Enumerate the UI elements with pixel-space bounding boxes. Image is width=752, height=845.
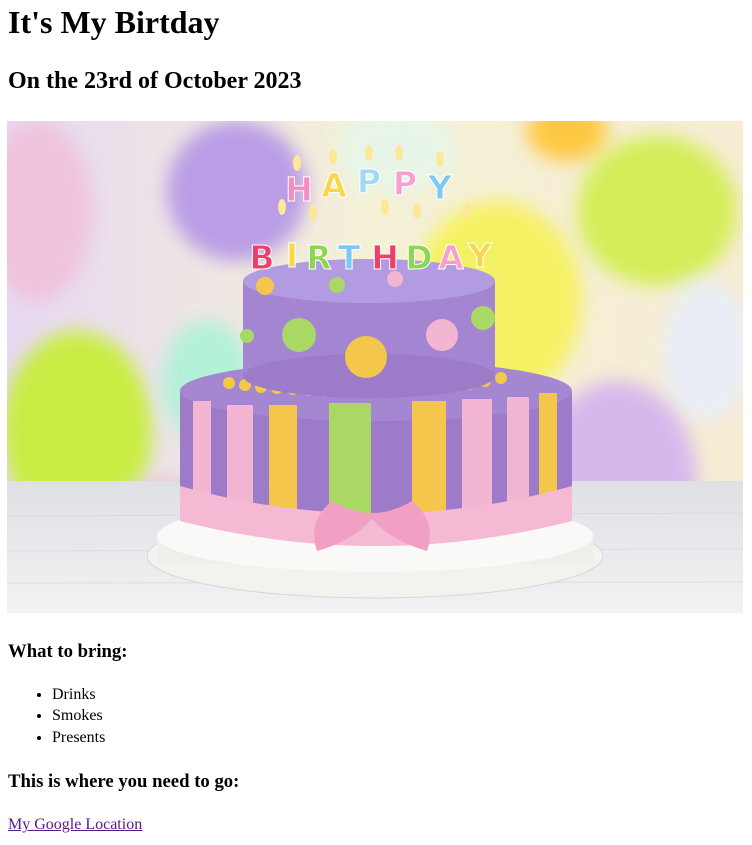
candle-letter: Y (427, 168, 453, 207)
list-item: Smokes (52, 705, 105, 726)
bring-list: Drinks Smokes Presents (0, 684, 105, 748)
candle-letter: P (357, 162, 381, 201)
what-to-bring-heading: What to bring: (8, 641, 128, 662)
candle-letter: I (286, 236, 298, 275)
page-title: It's My Birtday (8, 4, 220, 40)
candle-letter: B (249, 238, 274, 277)
candle-letter: H (285, 170, 313, 209)
list-item: Presents (52, 727, 105, 748)
list-item: Drinks (52, 684, 105, 705)
event-date-heading: On the 23rd of October 2023 (8, 68, 302, 94)
candle-letter: A (438, 238, 464, 277)
candle-letter: A (321, 166, 347, 205)
candle-letter: D (405, 238, 432, 277)
candle-letter: P (393, 164, 417, 203)
candle-letter: Y (467, 236, 493, 275)
candle-letter: T (338, 238, 361, 277)
directions-heading: This is where you need to go: (8, 771, 240, 792)
birthday-cake-image: H A P P Y B I R T H D A Y (7, 121, 743, 613)
google-location-link[interactable]: My Google Location (8, 815, 142, 835)
candle-letter: R (306, 238, 331, 277)
candle-letter: H (371, 238, 399, 277)
